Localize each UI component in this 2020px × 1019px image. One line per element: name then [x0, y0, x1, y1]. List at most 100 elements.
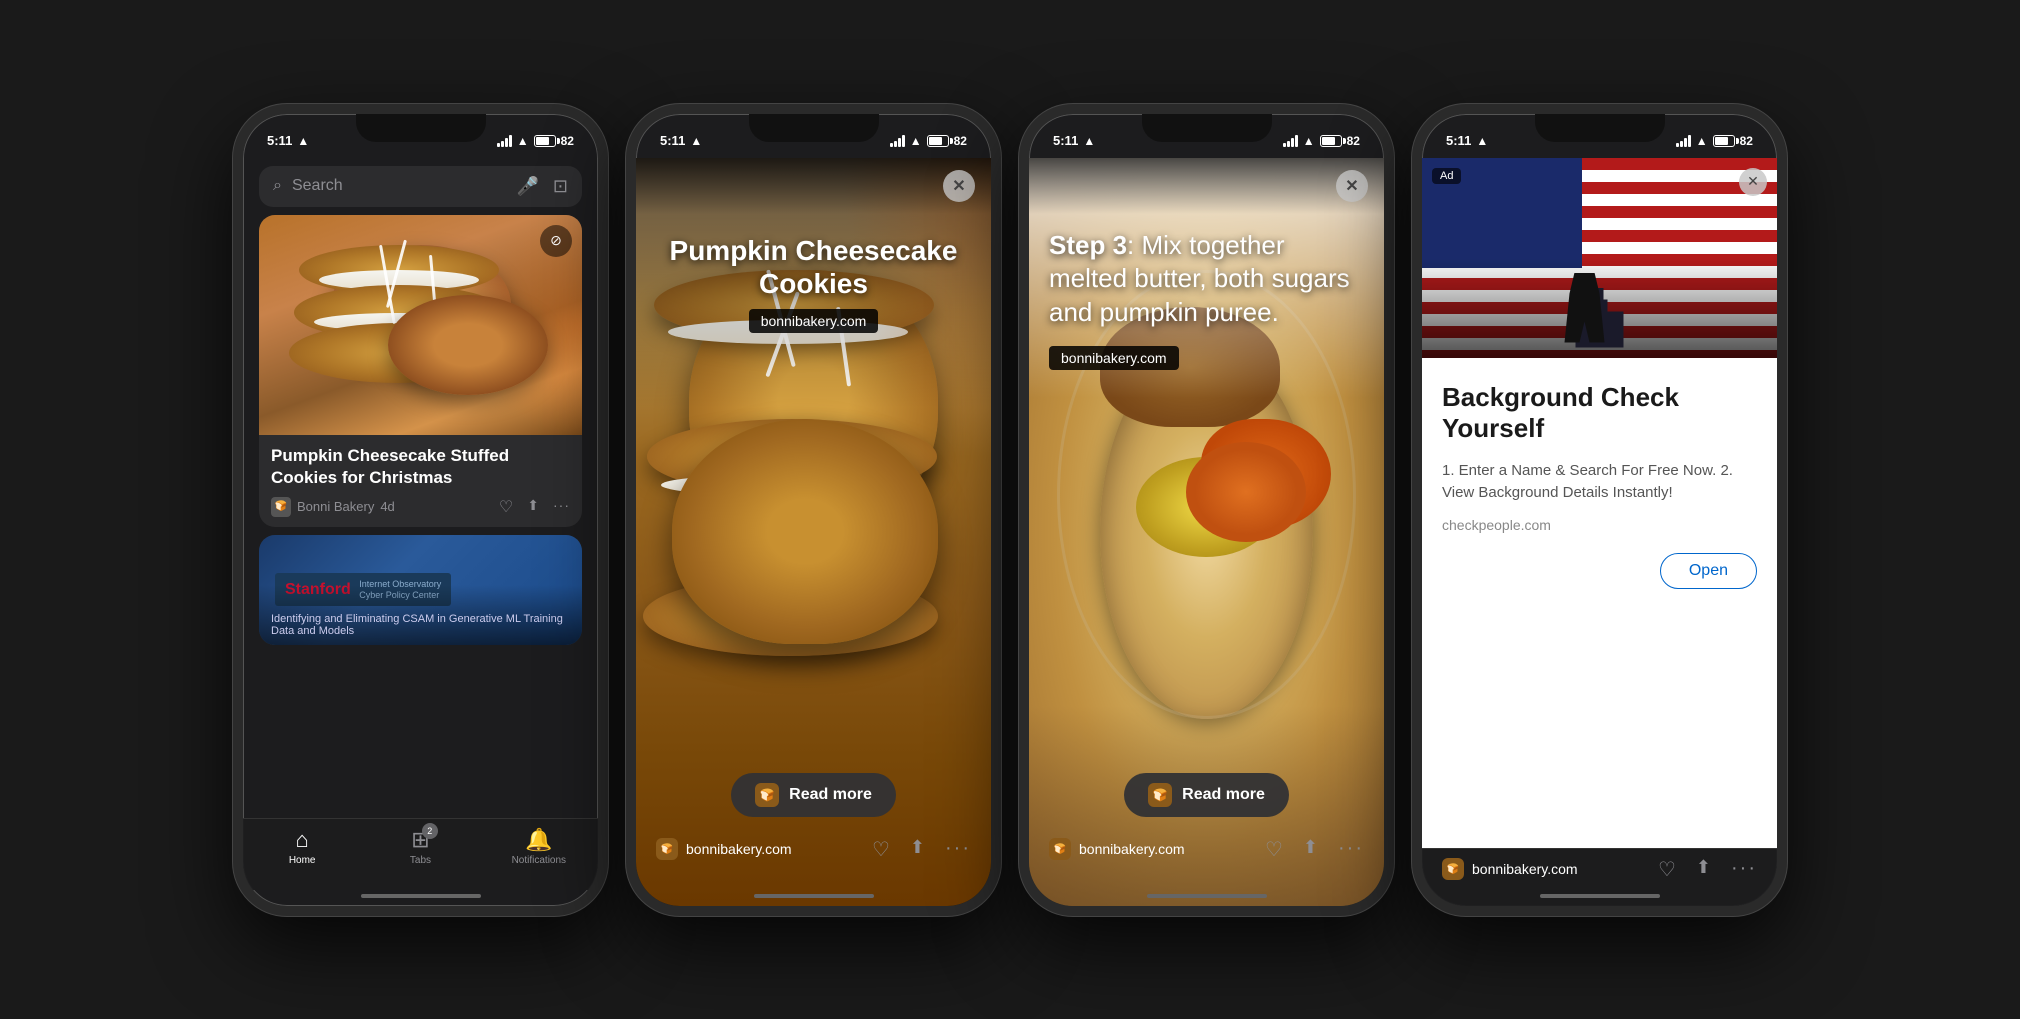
phone-4: 5:11 ▲ ▲ 82 — [1412, 104, 1787, 916]
share-icon-story-2[interactable]: ⬆ — [910, 837, 925, 862]
share-icon-1[interactable]: ⬆ — [527, 497, 539, 517]
more-icon-story-4[interactable]: ··· — [1731, 857, 1757, 882]
location-icon-2: ▲ — [690, 134, 702, 148]
ad-view-4: Ad ✕ Background Check Yourself 1. Enter … — [1422, 158, 1777, 848]
phone-4-bottom-bar: 🍞 bonnibakery.com ♡ ⬆ ··· — [1422, 848, 1777, 906]
phone-2: 5:11 ▲ ▲ 82 — [626, 104, 1001, 916]
location-icon-1: ▲ — [297, 134, 309, 148]
step-domain-badge-3: bonnibakery.com — [1049, 346, 1179, 370]
share-icon-story-4[interactable]: ⬆ — [1696, 857, 1711, 882]
tab-home[interactable]: ⌂ Home — [272, 827, 332, 866]
ad-close-button[interactable]: ✕ — [1739, 168, 1767, 196]
battery-icon-1 — [534, 135, 556, 147]
home-icon-tab: ⌂ — [296, 827, 309, 853]
scan-icon-1[interactable]: ⊡ — [553, 176, 568, 197]
search-icons-1: 🎤 ⊡ — [516, 176, 568, 197]
story-bottom-2: 🍞 Read more 🍞 bonnibakery.com ♡ ⬆ ··· — [636, 761, 991, 906]
phone-1-content: ⌕ Search 🎤 ⊡ — [243, 158, 598, 818]
story-actions-3: 🍞 bonnibakery.com ♡ ⬆ ··· — [1029, 829, 1384, 890]
more-icon-story-3[interactable]: ··· — [1338, 837, 1364, 862]
ad-open-button[interactable]: Open — [1660, 553, 1757, 589]
close-button-2[interactable]: ✕ — [943, 170, 975, 202]
phone-1: 5:11 ▲ ▲ 82 ⌕ Search — [233, 104, 608, 916]
more-icon-story-2[interactable]: ··· — [945, 837, 971, 862]
tab-bar-1: ⌂ Home ⊞ 2 Tabs 🔔 Notifications — [243, 818, 598, 890]
story-top-overlay-2: ✕ — [636, 158, 991, 214]
search-bar-1[interactable]: ⌕ Search 🎤 ⊡ — [259, 166, 582, 207]
search-placeholder-1: Search — [292, 177, 507, 195]
cookie-image-1 — [259, 215, 582, 435]
signal-bars-1 — [497, 135, 512, 147]
home-indicator-3 — [1147, 894, 1267, 898]
read-more-favicon-2: 🍞 — [755, 783, 779, 807]
stanford-image: Stanford Internet ObservatoryCyber Polic… — [259, 535, 582, 645]
story-source-3: 🍞 bonnibakery.com — [1049, 838, 1185, 860]
card-footer-1: Pumpkin Cheesecake Stuffed Cookies for C… — [259, 435, 582, 527]
phone-3: 5:11 ▲ ▲ 82 — [1019, 104, 1394, 916]
story-view-2: Pumpkin CheesecakeCookies bonnibakery.co… — [636, 158, 991, 906]
author-avatar-1: 🍞 — [271, 497, 291, 517]
story-bottom-3: 🍞 Read more 🍞 bonnibakery.com ♡ ⬆ ··· — [1029, 761, 1384, 906]
wifi-icon-2: ▲ — [910, 134, 922, 148]
story-source-2: 🍞 bonnibakery.com — [656, 838, 792, 860]
ad-banner-image-4: Ad ✕ — [1422, 158, 1777, 358]
location-icon-4: ▲ — [1476, 134, 1488, 148]
ad-domain-4: checkpeople.com — [1442, 517, 1757, 533]
tab-tabs[interactable]: ⊞ 2 Tabs — [390, 827, 450, 866]
step-text-area-3: Step 3: Mix together melted butter, both… — [1029, 213, 1384, 386]
read-more-button-3[interactable]: 🍞 Read more — [1124, 773, 1289, 817]
bell-icon-tab: 🔔 — [525, 827, 552, 853]
story-action-icons-4: ♡ ⬆ ··· — [1658, 857, 1757, 882]
story-actions-4: 🍞 bonnibakery.com ♡ ⬆ ··· — [1422, 849, 1777, 890]
status-bar-1: 5:11 ▲ ▲ 82 — [243, 114, 598, 158]
us-flag-bg — [1422, 158, 1777, 358]
source-favicon-2: 🍞 — [656, 838, 678, 860]
story-top-overlay-3: ✕ — [1029, 158, 1384, 214]
home-indicator-1 — [361, 894, 481, 898]
story-step-text-3: Step 3: Mix together melted butter, both… — [1049, 229, 1364, 330]
story-title-area-2: Pumpkin CheesecakeCookies bonnibakery.co… — [636, 218, 991, 349]
status-right-1: ▲ 82 — [497, 134, 574, 148]
source-favicon-4: 🍞 — [1442, 858, 1464, 880]
story-main-title-2: Pumpkin CheesecakeCookies — [652, 234, 975, 301]
time-ago-1: 4d — [380, 499, 394, 514]
close-button-3[interactable]: ✕ — [1336, 170, 1368, 202]
heart-icon-story-3[interactable]: ♡ — [1265, 837, 1283, 862]
status-bar-4: 5:11 ▲ ▲ 82 — [1422, 114, 1777, 158]
story-actions-2: 🍞 bonnibakery.com ♡ ⬆ ··· — [636, 829, 991, 890]
story-view-3: Step 3: Mix together melted butter, both… — [1029, 158, 1384, 906]
status-bar-3: 5:11 ▲ ▲ 82 — [1029, 114, 1384, 158]
read-more-label-2: Read more — [789, 786, 872, 804]
heart-icon-1[interactable]: ♡ — [499, 497, 513, 517]
location-icon-3: ▲ — [1083, 134, 1095, 148]
feed-card-cookie[interactable]: ⊘ Pumpkin Cheesecake Stuffed Cookies for… — [259, 215, 582, 527]
share-icon-story-3[interactable]: ⬆ — [1303, 837, 1318, 862]
ad-badge: Ad — [1432, 168, 1461, 184]
read-more-area-3: 🍞 Read more — [1029, 761, 1384, 829]
bookmark-icon-1[interactable]: ⊘ — [540, 225, 572, 257]
story-action-icons-2: ♡ ⬆ ··· — [872, 837, 971, 862]
ad-title-4: Background Check Yourself — [1442, 382, 1757, 444]
read-more-label-3: Read more — [1182, 786, 1265, 804]
read-more-button-2[interactable]: 🍞 Read more — [731, 773, 896, 817]
mic-icon-1[interactable]: 🎤 — [516, 176, 538, 197]
card-meta-1: 🍞 Bonni Bakery 4d ♡ ⬆ ··· — [271, 497, 570, 517]
story-action-icons-3: ♡ ⬆ ··· — [1265, 837, 1364, 862]
tabs-badge: 2 — [422, 823, 438, 839]
status-time-1: 5:11 ▲ — [267, 133, 309, 148]
card-actions-1: ♡ ⬆ ··· — [499, 497, 570, 517]
heart-icon-story-2[interactable]: ♡ — [872, 837, 890, 862]
card-author-1: 🍞 Bonni Bakery 4d — [271, 497, 395, 517]
ad-description-4: 1. Enter a Name & Search For Free Now. 2… — [1442, 460, 1757, 505]
read-more-area-2: 🍞 Read more — [636, 761, 991, 829]
search-icon-1: ⌕ — [273, 177, 282, 195]
status-bar-2: 5:11 ▲ ▲ 82 — [636, 114, 991, 158]
feed-card-stanford[interactable]: Stanford Internet ObservatoryCyber Polic… — [259, 535, 582, 645]
heart-icon-story-4[interactable]: ♡ — [1658, 857, 1676, 882]
tab-notifications[interactable]: 🔔 Notifications — [509, 827, 569, 866]
wifi-icon-4: ▲ — [1696, 134, 1708, 148]
wifi-icon-1: ▲ — [517, 134, 529, 148]
read-more-favicon-3: 🍞 — [1148, 783, 1172, 807]
card-image-area: ⊘ — [259, 215, 582, 435]
more-icon-1[interactable]: ··· — [553, 497, 570, 517]
